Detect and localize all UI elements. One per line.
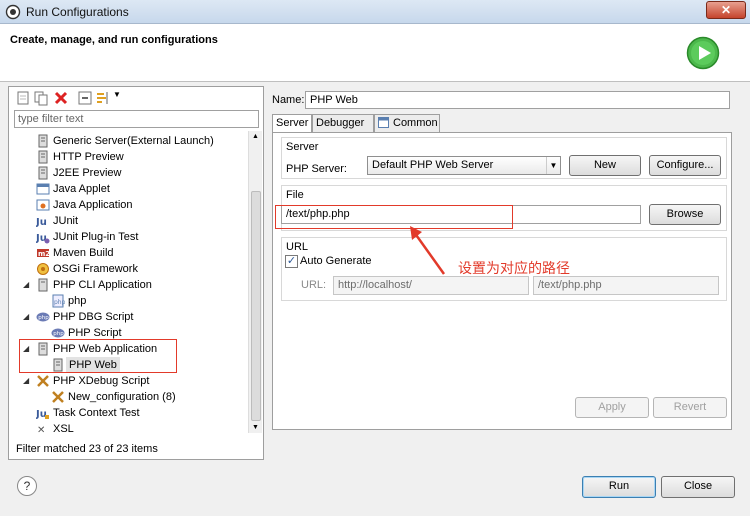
scroll-up-icon[interactable]: ▲ [252,133,259,140]
tree-item-label: JUnit Plug-in Test [53,231,139,243]
revert-button[interactable]: Revert [653,397,727,418]
configuration-tree: Generic Server(External Launch) HTTP Pre… [9,131,249,433]
junit-plugin-icon: Ju [36,233,50,244]
server-tab-content: Server PHP Server: Default PHP Web Serve… [272,132,732,430]
delete-icon[interactable] [53,90,69,106]
scroll-down-icon[interactable]: ▼ [252,424,259,431]
collapse-all-icon[interactable] [77,90,93,106]
tab-server[interactable]: Server [272,114,312,133]
auto-generate-checkbox[interactable]: ✓ [285,255,298,268]
highlight-box-file [275,205,513,229]
maven-icon: m2 [37,249,50,258]
tree-item-label: Generic Server(External Launch) [53,135,214,147]
name-input[interactable]: PHP Web [305,91,730,109]
title-bar: Run Configurations ✕ [0,0,750,24]
php-server-label: PHP Server: [286,163,347,175]
tree-item-label: PHP XDebug Script [53,375,150,387]
chevron-down-icon: ▼ [546,157,560,174]
task-test-icon: Ju [36,409,49,420]
configuration-list-panel: ▼ Generic Server(External Launch) HTTP P… [8,86,264,460]
tab-common[interactable]: Common [374,114,440,132]
tree-item-label: PHP DBG Script [53,311,134,323]
java-app-icon [36,199,50,211]
tree-item-label: OSGi Framework [53,263,138,275]
svg-text:php: php [54,299,65,306]
xsl-icon: ✕ [37,425,45,433]
tree-item-label: Java Application [53,199,133,211]
help-icon[interactable]: ? [17,476,37,496]
window-close-button[interactable]: ✕ [706,1,746,19]
auto-generate-label: Auto Generate [300,255,372,267]
common-tab-icon [378,117,389,128]
expand-toggle-icon[interactable]: ◢ [23,377,31,385]
dialog-header-title: Create, manage, and run configurations [10,34,218,46]
svg-text:✕: ✕ [37,425,45,433]
tree-item-label: New_configuration (8) [68,391,176,403]
server-icon [38,150,48,164]
file-group-title: File [286,189,304,201]
tree-item-label: php [68,295,87,307]
url-label: URL: [301,279,327,291]
osgi-icon [37,263,49,275]
tree-item-label: HTTP Preview [53,151,124,163]
tree-item-label: PHP CLI Application [53,279,152,291]
url-group-title: URL [286,241,309,253]
applet-icon [36,183,50,195]
filter-input[interactable] [14,110,259,128]
tree-item-label: J2EE Preview [53,167,122,179]
php-server-select[interactable]: Default PHP Web Server ▼ [367,156,561,175]
php-server-value: Default PHP Web Server [372,159,494,171]
filter-dropdown-icon[interactable]: ▼ [113,90,121,99]
php-dbg-icon: php [51,328,65,338]
tree-item-label: XSL [53,423,74,433]
xdebug-icon [37,375,49,387]
run-button[interactable]: Run [582,476,656,498]
tree-item-label: Task Context Test [53,407,140,419]
server-icon [38,134,48,148]
apply-button[interactable]: Apply [575,397,649,418]
new-config-icon[interactable] [15,90,31,106]
php-file-icon: php [52,294,65,308]
tree-scrollbar[interactable]: ▲ ▼ [248,131,262,433]
duplicate-icon[interactable] [33,90,49,106]
expand-toggle-icon[interactable]: ◢ [23,313,31,321]
close-button[interactable]: Close [661,476,735,498]
highlight-box-tree [19,339,177,373]
eclipse-icon [5,4,21,20]
server-icon [38,166,48,180]
filter-status: Filter matched 23 of 23 items [16,443,158,455]
annotation-arrow-icon [410,226,446,275]
tree-item-label: Maven Build [53,247,114,259]
annotation-text: 设置为对应的路径 [458,260,570,276]
server-group-title: Server [286,141,319,153]
filter-icon[interactable] [95,90,111,106]
dialog-header: Create, manage, and run configurations [0,24,750,82]
tree-item-label: Java Applet [53,183,110,195]
svg-text:m2: m2 [38,250,50,258]
url-path-input[interactable]: /text/php.php [533,276,719,295]
svg-text:Ju: Ju [36,217,47,228]
configure-server-button[interactable]: Configure... [649,155,721,176]
junit-icon: Ju [36,217,47,228]
expand-toggle-icon[interactable]: ◢ [23,281,31,289]
php-cli-icon [38,278,48,292]
tree-item-label: JUnit [53,215,79,227]
svg-text:php: php [38,315,49,321]
xdebug-icon [52,391,64,403]
new-server-button[interactable]: New [569,155,641,176]
run-icon [686,36,720,70]
scroll-thumb[interactable] [251,191,261,421]
name-label: Name: [272,94,305,106]
tab-common-label: Common [393,117,438,129]
browse-button[interactable]: Browse [649,204,721,225]
tab-debugger[interactable]: Debugger [312,114,374,132]
window-title: Run Configurations [26,5,129,19]
svg-text:php: php [53,331,64,337]
php-dbg-icon: php [36,312,50,322]
